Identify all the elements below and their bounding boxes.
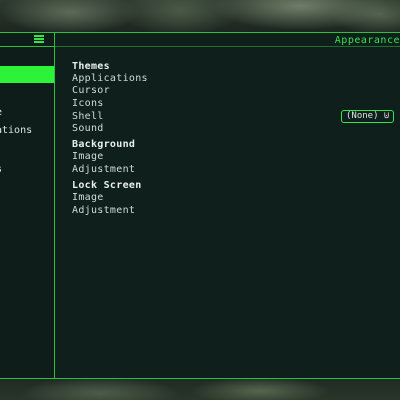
setting-background-adjustment[interactable]: Adjustment: [72, 164, 135, 175]
setting-cursor[interactable]: Cursor: [72, 85, 110, 96]
page-title: Appearance: [334, 35, 400, 46]
setting-background-image[interactable]: Image: [72, 151, 104, 162]
shell-theme-dropdown[interactable]: (None) ⊍: [341, 110, 395, 123]
sidebar: e ations s: [0, 33, 55, 378]
setting-icons[interactable]: Icons: [72, 98, 104, 109]
setting-shell[interactable]: Shell: [72, 111, 104, 122]
wallpaper-top: [0, 0, 400, 32]
section-heading-lock-screen: Lock Screen: [72, 180, 142, 191]
section-heading-themes: Themes: [72, 61, 110, 72]
menu-icon[interactable]: [34, 35, 44, 43]
sidebar-divider: [0, 46, 54, 47]
sidebar-item-3[interactable]: s: [0, 164, 2, 175]
sidebar-item-1[interactable]: e: [0, 107, 2, 118]
section-heading-background: Background: [72, 139, 136, 150]
setting-applications[interactable]: Applications: [72, 73, 148, 84]
tweaks-window: e ations s Appearance Themes Application…: [0, 32, 400, 379]
setting-lock-image[interactable]: Image: [72, 192, 104, 203]
wallpaper-bottom: [0, 379, 400, 400]
header-divider: [55, 46, 400, 47]
sidebar-item-appearance-selected[interactable]: [0, 66, 54, 83]
sidebar-item-2[interactable]: ations: [0, 125, 32, 136]
setting-lock-adjustment[interactable]: Adjustment: [72, 205, 135, 216]
setting-sound[interactable]: Sound: [72, 123, 104, 134]
